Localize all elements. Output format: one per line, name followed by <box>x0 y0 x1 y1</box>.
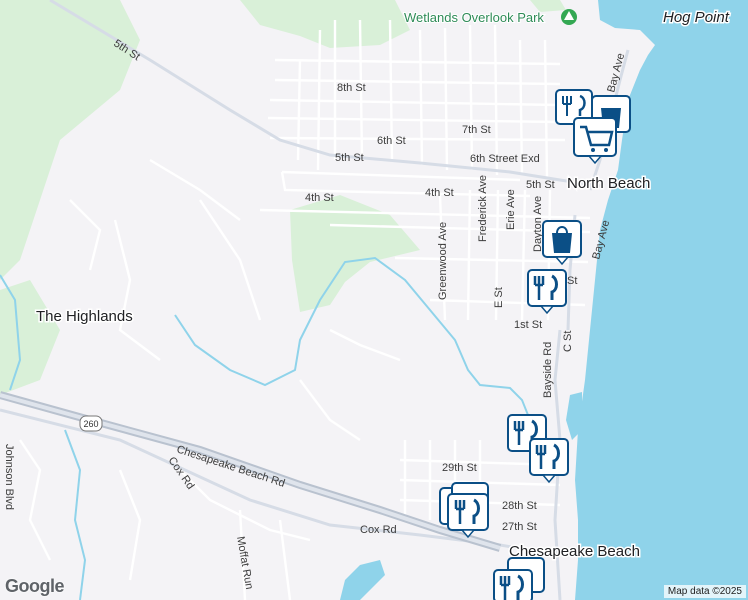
street-label-29th-st: 29th St <box>442 462 477 474</box>
street-label-erie-ave: Erie Ave <box>505 189 517 230</box>
street-label-5th-st-e: 5th St <box>526 179 555 191</box>
map-canvas[interactable]: 260 5th St 8th St 7th St 6th St 5th St 6… <box>0 0 748 600</box>
street-label-28th-st: 28th St <box>502 500 537 512</box>
shopping-bag-icon <box>552 233 572 253</box>
place-label-hog-point: Hog Point <box>663 9 730 26</box>
map-attribution[interactable]: Map data ©2025 <box>663 585 746 598</box>
pin-restaurant-mid[interactable] <box>527 269 567 315</box>
street-label-st: St <box>567 275 577 287</box>
pin-shopping-mid[interactable] <box>542 220 582 266</box>
street-label-greenwood-ave: Greenwood Ave <box>437 222 449 300</box>
pin-restaurant-beach-2[interactable] <box>447 493 489 539</box>
svg-text:Wetlands Overlook Park: Wetlands Overlook Park <box>404 10 544 25</box>
street-label-c-st: C St <box>562 331 574 352</box>
route-260-shield: 260 <box>79 415 103 432</box>
pin-restaurant-south-2[interactable] <box>529 438 569 484</box>
street-label-johnson-blvd: Johnson Blvd <box>3 444 15 510</box>
place-label-the-highlands: The Highlands <box>36 308 133 325</box>
street-label-e-st: E St <box>493 287 505 308</box>
street-label-1st-st: 1st St <box>514 319 542 331</box>
street-label-4th-st-w: 4th St <box>305 192 334 204</box>
street-label-8th-st: 8th St <box>337 82 366 94</box>
street-label-frederick-ave: Frederick Ave <box>477 175 489 242</box>
street-label-7th-st: 7th St <box>462 124 491 136</box>
street-label-6th-street-exd: 6th Street Exd <box>470 153 540 165</box>
place-label-north-beach: North Beach <box>567 175 650 192</box>
google-logo: Google <box>5 576 65 596</box>
pin-cart-north[interactable] <box>573 117 617 165</box>
svg-text:260: 260 <box>83 419 98 429</box>
street-label-4th-st-e: 4th St <box>425 187 454 199</box>
street-label-bayside-rd: Bayside Rd <box>542 342 554 398</box>
street-label-5th-st-mid: 5th St <box>335 152 364 164</box>
street-label-27th-st: 27th St <box>502 521 537 533</box>
street-label-cox-rd-e: Cox Rd <box>360 524 397 536</box>
street-label-6th-st: 6th St <box>377 135 406 147</box>
